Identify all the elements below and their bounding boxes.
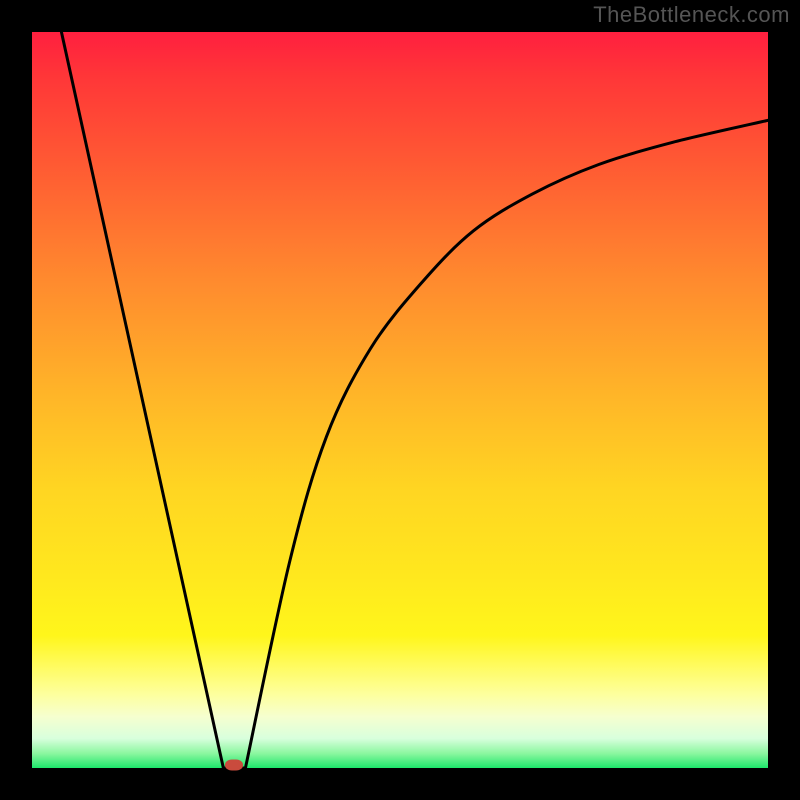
bottleneck-curve [32, 32, 768, 768]
minimum-marker [225, 760, 243, 771]
chart-frame: TheBottleneck.com [0, 0, 800, 800]
watermark-text: TheBottleneck.com [593, 2, 790, 28]
plot-area [32, 32, 768, 768]
curve-path [61, 32, 768, 768]
